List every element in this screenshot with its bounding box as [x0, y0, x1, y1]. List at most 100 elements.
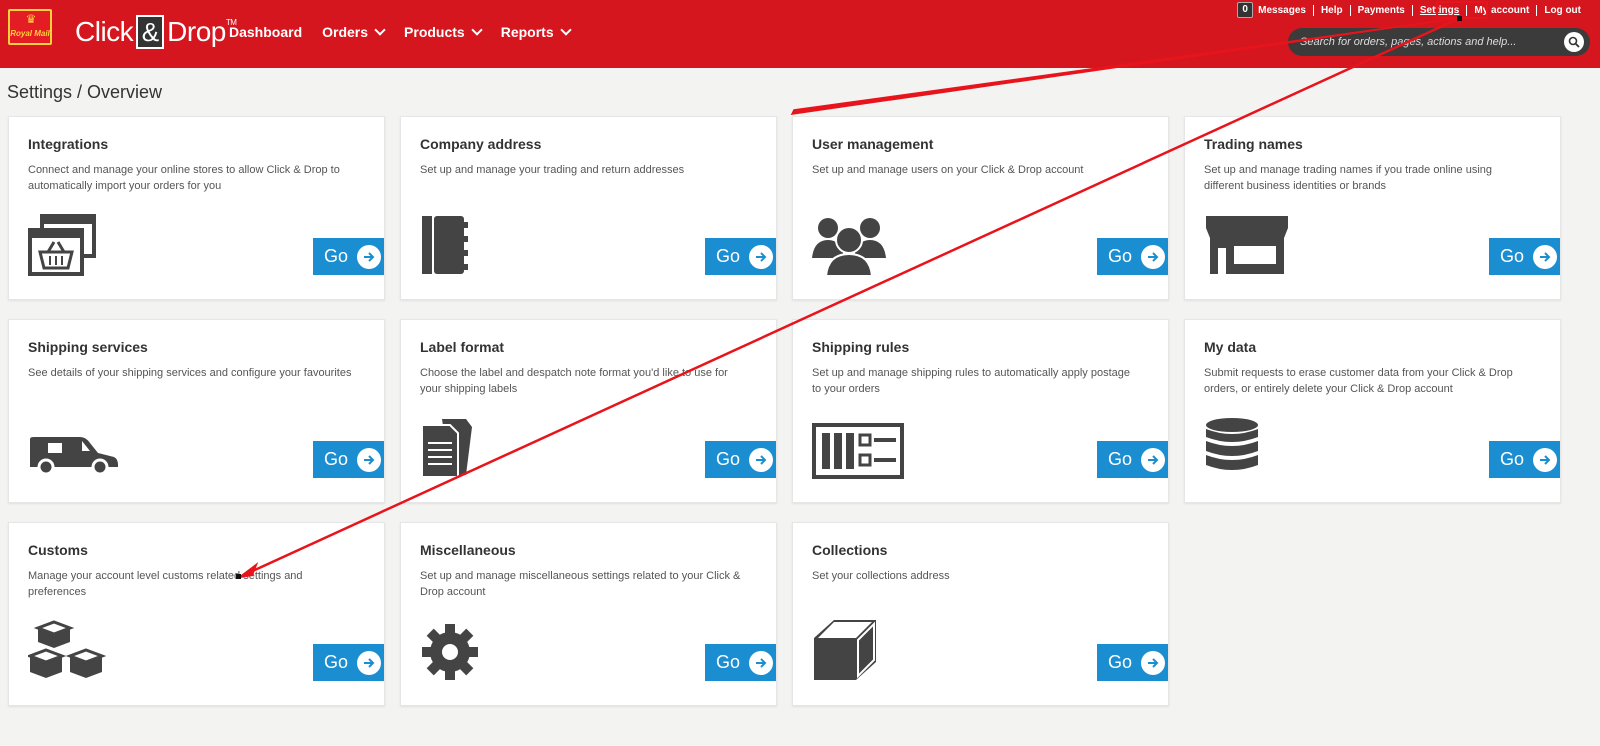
arrow-right-icon: [357, 650, 382, 675]
card-title: My data: [1204, 339, 1257, 355]
database-icon: [1204, 417, 1260, 484]
card-description: See details of your shipping services an…: [28, 367, 352, 379]
card-integrations: Integrations Connect and manage your onl…: [8, 116, 385, 300]
card-title: Customs: [28, 542, 88, 558]
go-button[interactable]: Go: [1489, 238, 1560, 275]
go-label: Go: [1108, 246, 1133, 266]
arrow-right-icon: [749, 650, 774, 675]
settings-link[interactable]: Settings: [1411, 4, 1466, 16]
arrow-right-icon: [1533, 244, 1558, 269]
go-label: Go: [716, 652, 741, 672]
card-title: Company address: [420, 136, 542, 152]
go-button[interactable]: Go: [1097, 644, 1168, 681]
crown-icon: ♛: [25, 12, 37, 26]
go-button[interactable]: Go: [313, 238, 384, 275]
go-button[interactable]: Go: [313, 441, 384, 478]
arrow-right-icon: [357, 447, 382, 472]
card-shipping-services: Shipping services See details of your sh…: [8, 319, 385, 503]
card-user-management: User management Set up and manage users …: [792, 116, 1169, 300]
van-icon: [28, 435, 120, 480]
card-trading-names: Trading names Set up and manage trading …: [1184, 116, 1561, 300]
card-title: Shipping rules: [812, 339, 910, 355]
nav-products[interactable]: Products: [404, 23, 483, 40]
brand-click: Click: [75, 16, 134, 47]
store-integration-icon: [28, 214, 96, 281]
card-title: Trading names: [1204, 136, 1303, 152]
messages-count-badge[interactable]: 0: [1237, 2, 1254, 18]
card-my-data: My data Submit requests to erase custome…: [1184, 319, 1561, 503]
arrow-right-icon: [357, 244, 382, 269]
nav-label: Dashboard: [229, 24, 303, 40]
arrow-right-icon: [1141, 447, 1166, 472]
card-description: Manage your account level customs relate…: [28, 570, 303, 598]
nav-label: Orders: [322, 24, 369, 40]
search-button[interactable]: [1564, 32, 1584, 52]
search-bar: [1288, 28, 1590, 56]
card-title: Miscellaneous: [420, 542, 516, 558]
card-description: Set up and manage shipping rules to auto…: [812, 367, 1130, 395]
card-description: Submit requests to erase customer data f…: [1204, 367, 1513, 395]
my-account-link[interactable]: My account: [1466, 4, 1536, 16]
card-description: Set up and manage users on your Click & …: [812, 164, 1084, 176]
go-label: Go: [1500, 449, 1525, 469]
search-icon: [1568, 36, 1580, 48]
arrow-right-icon: [749, 447, 774, 472]
search-input[interactable]: [1300, 36, 1564, 48]
go-button[interactable]: Go: [705, 238, 776, 275]
top-links: 0 Messages Help Payments Settings My acc…: [1237, 2, 1588, 18]
nav-orders[interactable]: Orders: [322, 23, 386, 40]
card-title: Shipping services: [28, 339, 148, 355]
go-label: Go: [1108, 449, 1133, 469]
rules-panel-icon: [812, 423, 904, 484]
card-title: Collections: [812, 542, 888, 558]
log-out-link[interactable]: Log out: [1536, 4, 1588, 16]
go-label: Go: [324, 246, 349, 266]
go-label: Go: [716, 449, 741, 469]
card-customs: Customs Manage your account level custom…: [8, 522, 385, 706]
card-description: Set your collections address: [812, 570, 950, 582]
page-title: Settings / Overview: [7, 82, 163, 102]
nav-label: Products: [404, 24, 465, 40]
go-label: Go: [1108, 652, 1133, 672]
nav-reports[interactable]: Reports: [500, 23, 572, 40]
card-description: Set up and manage your trading and retur…: [420, 164, 685, 176]
card-collections: Collections Set your collections address…: [792, 522, 1169, 706]
help-link[interactable]: Help: [1312, 4, 1350, 16]
shopfront-icon: [1204, 214, 1290, 281]
nav-label: Reports: [500, 24, 554, 40]
chevron-down-icon: [471, 23, 483, 36]
card-shipping-rules: Shipping rules Set up and manage shippin…: [792, 319, 1169, 503]
chevron-down-icon: [374, 23, 386, 36]
gear-icon: [420, 622, 480, 687]
go-label: Go: [324, 449, 349, 469]
card-miscellaneous: Miscellaneous Set up and manage miscella…: [400, 522, 777, 706]
main-nav: Dashboard Orders Products Reports: [229, 23, 590, 40]
go-label: Go: [1500, 246, 1525, 266]
card-label-format: Label format Choose the label and despat…: [400, 319, 777, 503]
arrow-right-icon: [1533, 447, 1558, 472]
card-description: Set up and manage miscellaneous settings…: [420, 570, 741, 598]
click-and-drop-brand[interactable]: Click & Drop TM: [75, 14, 237, 50]
arrow-right-icon: [1141, 244, 1166, 269]
card-description: Set up and manage trading names if you t…: [1204, 164, 1493, 192]
card-title: Label format: [420, 339, 505, 355]
arrow-right-icon: [749, 244, 774, 269]
go-label: Go: [716, 246, 741, 266]
users-icon: [812, 214, 886, 281]
go-button[interactable]: Go: [1097, 441, 1168, 478]
go-button[interactable]: Go: [1097, 238, 1168, 275]
chevron-down-icon: [559, 23, 572, 36]
brand-ampersand: &: [136, 15, 165, 49]
box-icon: [812, 618, 878, 687]
messages-link[interactable]: Messages: [1258, 5, 1313, 16]
royal-mail-logo[interactable]: ♛ Royal Mail: [8, 9, 52, 45]
go-button[interactable]: Go: [705, 441, 776, 478]
go-button[interactable]: Go: [313, 644, 384, 681]
payments-link[interactable]: Payments: [1349, 4, 1412, 16]
go-button[interactable]: Go: [705, 644, 776, 681]
documents-icon: [420, 417, 474, 484]
go-label: Go: [324, 652, 349, 672]
go-button[interactable]: Go: [1489, 441, 1560, 478]
nav-dashboard[interactable]: Dashboard: [229, 24, 302, 40]
logo-text: Royal Mail: [10, 29, 50, 38]
